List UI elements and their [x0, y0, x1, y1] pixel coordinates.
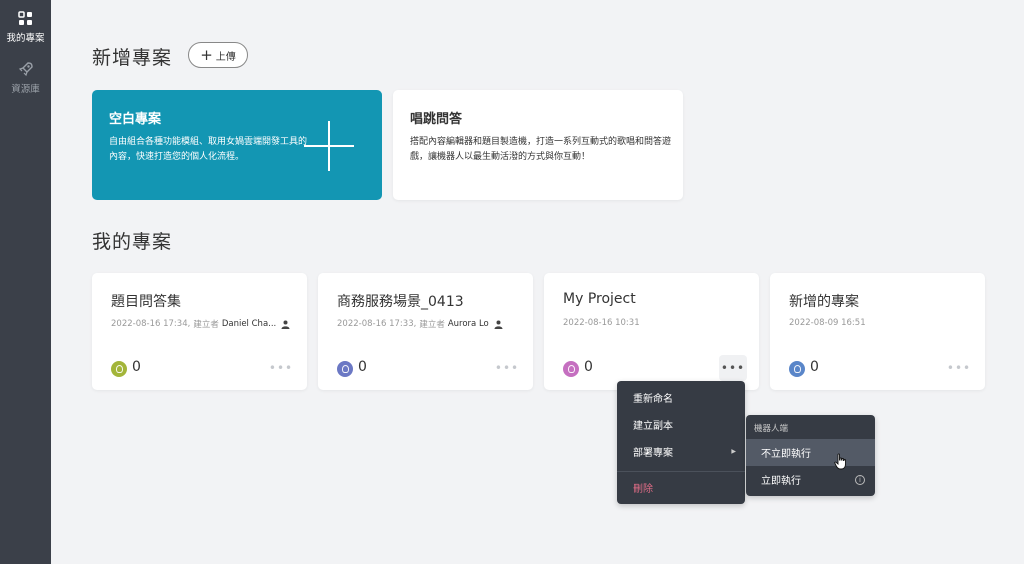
- project-date: 2022-08-16 10:31: [563, 318, 640, 328]
- project-date: 2022-08-09 16:51: [789, 318, 866, 328]
- project-card[interactable]: My Project 2022-08-16 10:31 0 •••: [544, 273, 759, 390]
- project-count: 0: [358, 359, 367, 375]
- new-project-title: 新增專案: [92, 47, 173, 69]
- person-icon: [281, 320, 290, 329]
- project-meta: 2022-08-09 16:51: [789, 318, 866, 328]
- main-content: 新增專案 + 上傳 空白專案 自由組合各種功能模組、取用女媧雲端開發工具的內容，…: [51, 0, 1024, 564]
- menu-item-label: 部署專案: [633, 448, 673, 459]
- avatar-icon: [563, 361, 579, 377]
- more-options-icon[interactable]: •••: [267, 355, 295, 381]
- project-name: My Project: [563, 291, 636, 307]
- rocket-icon: [18, 62, 33, 77]
- project-date: 2022-08-16 17:34,: [111, 319, 191, 329]
- menu-item-label: 立即執行: [761, 476, 801, 487]
- more-options-icon[interactable]: •••: [719, 355, 747, 381]
- upload-button[interactable]: + 上傳: [188, 42, 248, 68]
- creator-label: 建立者: [419, 320, 445, 330]
- sidebar: 我的專案 資源庫: [0, 0, 51, 564]
- hand-cursor-icon: [834, 453, 846, 470]
- menu-divider: [617, 471, 745, 472]
- more-options-icon[interactable]: •••: [493, 355, 521, 381]
- context-menu: 重新命名 建立副本 部署專案 ▶ 刪除: [617, 381, 745, 504]
- project-card[interactable]: 新增的專案 2022-08-09 16:51 0 •••: [770, 273, 985, 390]
- menu-item-deploy[interactable]: 部署專案 ▶: [617, 438, 745, 465]
- menu-item-rename[interactable]: 重新命名: [617, 384, 745, 411]
- menu-item-label: 刪除: [633, 484, 653, 495]
- menu-item-label: 重新命名: [633, 394, 673, 405]
- project-name: 新增的專案: [789, 294, 859, 310]
- grid-icon: [18, 11, 32, 25]
- avatar-icon: [789, 361, 805, 377]
- menu-item-label: 建立副本: [633, 421, 673, 432]
- avatar-icon: [111, 361, 127, 377]
- sidebar-item-library[interactable]: 資源庫: [0, 61, 51, 95]
- template-desc: 自由組合各種功能模組、取用女媧雲端開發工具的內容，快速打造您的個人化流程。: [109, 137, 308, 162]
- project-meta: 2022-08-16 17:33, 建立者 Aurora Lo: [337, 318, 503, 330]
- my-projects-title: 我的專案: [92, 231, 173, 253]
- sidebar-item-my-projects[interactable]: 我的專案: [0, 11, 51, 44]
- project-meta: 2022-08-16 17:34, 建立者 Daniel Cha...: [111, 318, 290, 330]
- deploy-submenu: 機器人端 不立即執行 立即執行 i: [746, 415, 875, 496]
- project-creator: Daniel Cha...: [221, 319, 277, 329]
- creator-label: 建立者: [193, 320, 219, 330]
- sidebar-item-label: 資源庫: [11, 84, 40, 95]
- project-creator: Aurora Lo: [447, 319, 489, 329]
- plus-icon: +: [200, 45, 213, 64]
- menu-item-delete[interactable]: 刪除: [617, 474, 745, 501]
- project-meta: 2022-08-16 10:31: [563, 318, 640, 328]
- info-icon[interactable]: i: [855, 474, 865, 485]
- menu-item-no-run[interactable]: 不立即執行: [746, 439, 875, 466]
- plus-icon: [304, 121, 354, 171]
- project-name: 題目問答集: [111, 294, 181, 310]
- template-desc: 搭配內容編輯器和題目製造機，打造一系列互動式的歌唱和問答遊戲，讓機器人以最生動活…: [410, 137, 672, 162]
- menu-item-duplicate[interactable]: 建立副本: [617, 411, 745, 438]
- sidebar-item-label: 我的專案: [6, 33, 45, 44]
- project-count: 0: [810, 359, 819, 375]
- menu-item-run-now[interactable]: 立即執行 i: [746, 466, 875, 493]
- project-date: 2022-08-16 17:33,: [337, 319, 417, 329]
- upload-label: 上傳: [215, 51, 236, 63]
- submenu-header: 機器人端: [754, 424, 789, 434]
- more-options-icon[interactable]: •••: [945, 355, 973, 381]
- project-count: 0: [584, 359, 593, 375]
- template-sing-dance-quiz[interactable]: 唱跳問答 搭配內容編輯器和題目製造機，打造一系列互動式的歌唱和問答遊戲，讓機器人…: [393, 90, 683, 200]
- menu-item-label: 不立即執行: [761, 449, 811, 460]
- project-card[interactable]: 商務服務場景_0413 2022-08-16 17:33, 建立者 Aurora…: [318, 273, 533, 390]
- person-icon: [494, 320, 503, 329]
- template-blank-project[interactable]: 空白專案 自由組合各種功能模組、取用女媧雲端開發工具的內容，快速打造您的個人化流…: [92, 90, 382, 200]
- project-card[interactable]: 題目問答集 2022-08-16 17:34, 建立者 Daniel Cha..…: [92, 273, 307, 390]
- template-title: 唱跳問答: [410, 112, 463, 127]
- chevron-right-icon: ▶: [731, 448, 736, 455]
- avatar-icon: [337, 361, 353, 377]
- project-name: 商務服務場景_0413: [337, 294, 464, 310]
- project-count: 0: [132, 359, 141, 375]
